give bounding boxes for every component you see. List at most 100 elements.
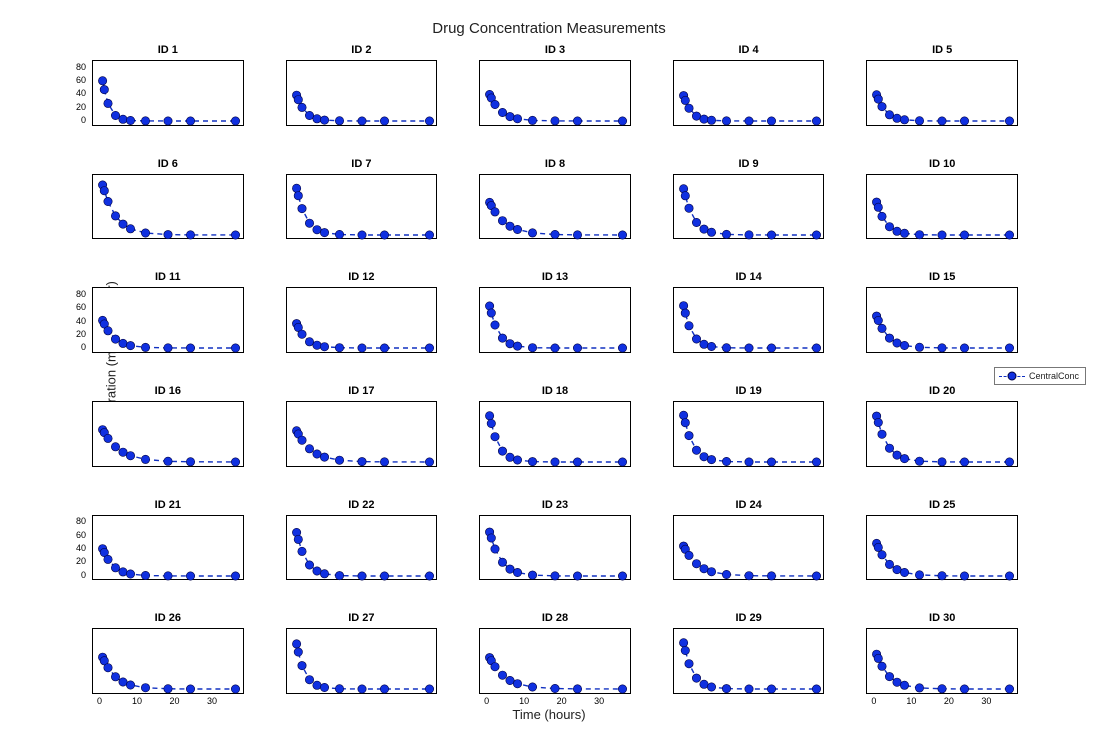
y-tick: 20: [76, 556, 86, 566]
line-plot: [287, 175, 437, 239]
subplot-title: ID 22: [286, 499, 438, 511]
subplot: ID 3: [479, 46, 631, 138]
subplot: ID 21020406080: [92, 501, 244, 593]
y-tick: 40: [76, 543, 86, 553]
subplot-title: ID 12: [286, 271, 438, 283]
subplot-title: ID 26: [92, 612, 244, 624]
line-plot: [287, 61, 437, 125]
x-ticks: 0102030: [92, 696, 244, 708]
axes: [92, 515, 244, 581]
y-tick: 0: [81, 570, 86, 580]
legend-swatch: [999, 371, 1025, 381]
subplot: ID 20: [866, 387, 1018, 479]
line-plot: [93, 288, 243, 352]
x-tick: 30: [594, 696, 604, 706]
subplot-title: ID 2: [286, 44, 438, 56]
line-plot: [867, 288, 1017, 352]
axes: [673, 401, 825, 467]
axes: [673, 287, 825, 353]
subplot: ID 2: [286, 46, 438, 138]
line-plot: [93, 516, 243, 580]
line-plot: [480, 288, 630, 352]
subplot: ID 9: [673, 160, 825, 252]
line-plot: [674, 402, 824, 466]
y-tick: 0: [81, 342, 86, 352]
subplot-title: ID 8: [479, 158, 631, 170]
y-tick: 0: [81, 115, 86, 125]
subplot: ID 12: [286, 273, 438, 365]
line-plot: [867, 516, 1017, 580]
x-tick: 10: [519, 696, 529, 706]
subplot-title: ID 14: [673, 271, 825, 283]
y-tick: 20: [76, 329, 86, 339]
subplot: ID 17: [286, 387, 438, 479]
axes: [866, 628, 1018, 694]
axes: [286, 401, 438, 467]
y-ticks: 0 20 40 60 80: [58, 60, 88, 126]
y-ticks: 020406080: [58, 515, 88, 581]
subplot: ID 5: [866, 46, 1018, 138]
subplot-title: ID 20: [866, 385, 1018, 397]
axes: [479, 628, 631, 694]
subplot-title: ID 18: [479, 385, 631, 397]
line-plot: [867, 175, 1017, 239]
axes: [866, 401, 1018, 467]
line-plot: [93, 629, 243, 693]
legend-label: CentralConc: [1029, 371, 1079, 381]
axes: [673, 628, 825, 694]
subplot: ID 13: [479, 273, 631, 365]
legend: CentralConc: [994, 367, 1086, 385]
line-plot: [480, 402, 630, 466]
subplot: ID 23: [479, 501, 631, 593]
subplot: ID 260102030: [92, 614, 244, 706]
x-tick: 10: [132, 696, 142, 706]
subplot-title: ID 28: [479, 612, 631, 624]
axes: [479, 174, 631, 240]
subplot-title: ID 10: [866, 158, 1018, 170]
subplot-title: ID 6: [92, 158, 244, 170]
y-tick: 60: [76, 75, 86, 85]
axes: [479, 401, 631, 467]
line-plot: [287, 288, 437, 352]
line-plot: [480, 516, 630, 580]
line-plot: [674, 175, 824, 239]
line-plot: [674, 288, 824, 352]
axes: [866, 287, 1018, 353]
subplot: ID 27: [286, 614, 438, 706]
subplot-title: ID 25: [866, 499, 1018, 511]
x-axis-label: Time (hours): [0, 707, 1098, 722]
subplot: ID 6: [92, 160, 244, 252]
x-ticks: 0102030: [866, 696, 1018, 708]
axes: [92, 60, 244, 126]
x-ticks: 0102030: [479, 696, 631, 708]
x-tick: 0: [97, 696, 102, 706]
line-plot: [480, 61, 630, 125]
subplot-title: ID 30: [866, 612, 1018, 624]
y-tick: 80: [76, 62, 86, 72]
line-plot: [674, 629, 824, 693]
subplot: ID 11020406080: [92, 273, 244, 365]
axes: [92, 401, 244, 467]
y-tick: 40: [76, 88, 86, 98]
subplot: ID 18: [479, 387, 631, 479]
y-ticks: 020406080: [58, 287, 88, 353]
subplot-title: ID 17: [286, 385, 438, 397]
subplot-title: ID 15: [866, 271, 1018, 283]
axes: [92, 174, 244, 240]
x-tick: 20: [944, 696, 954, 706]
y-tick: 20: [76, 102, 86, 112]
subplot-title: ID 16: [92, 385, 244, 397]
line-plot: [287, 402, 437, 466]
subplot: ID 7: [286, 160, 438, 252]
line-plot: [867, 629, 1017, 693]
subplot-grid: ID 1020406080ID 2ID 3ID 4ID 5ID 6ID 7ID …: [92, 46, 1018, 706]
subplot: ID 28 0102030: [479, 614, 631, 706]
subplot: ID 19: [673, 387, 825, 479]
x-tick: 30: [207, 696, 217, 706]
subplot: ID 29: [673, 614, 825, 706]
axes: [286, 515, 438, 581]
subplot: ID 4: [673, 46, 825, 138]
subplot-title: ID 3: [479, 44, 631, 56]
x-tick: 30: [981, 696, 991, 706]
subplot-title: ID 19: [673, 385, 825, 397]
